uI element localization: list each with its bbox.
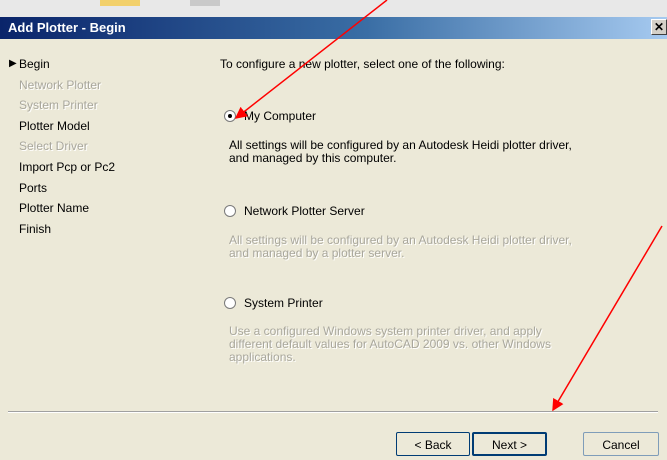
radio-system-printer[interactable]	[224, 297, 236, 309]
wizard-step-label: Plotter Model	[19, 119, 90, 133]
close-icon: ✕	[653, 20, 665, 34]
current-step-arrow-icon: ▶	[9, 58, 17, 69]
title-bar: Add Plotter - Begin ✕	[0, 17, 667, 39]
option-label[interactable]: My Computer	[244, 109, 316, 123]
back-button[interactable]: < Back	[396, 432, 470, 456]
radio-network-plotter-server[interactable]	[224, 205, 236, 217]
radio-my-computer[interactable]	[224, 110, 236, 122]
wizard-step-label: Select Driver	[19, 139, 88, 153]
wizard-step-label: Network Plotter	[19, 78, 102, 92]
add-plotter-dialog: ▶ Begin Network Plotter System Printer P…	[0, 39, 667, 460]
wizard-step-label: Import Pcp or Pc2	[19, 160, 116, 174]
option-label[interactable]: System Printer	[244, 296, 323, 310]
option-label[interactable]: Network Plotter Server	[244, 204, 365, 218]
background-app-strip	[0, 0, 667, 17]
cancel-button[interactable]: Cancel	[583, 432, 659, 456]
wizard-step-label: Plotter Name	[19, 201, 90, 215]
wizard-step-label: System Printer	[19, 98, 98, 112]
close-button[interactable]: ✕	[651, 19, 667, 35]
background-toolbar-fragment	[100, 0, 140, 6]
background-toolbar-fragment	[190, 0, 220, 6]
instruction-text: To configure a new plotter, select one o…	[220, 57, 505, 71]
option-description-my-computer: All settings will be configured by an Au…	[229, 138, 572, 165]
option-description-network-plotter: All settings will be configured by an Au…	[229, 233, 572, 260]
window-title: Add Plotter - Begin	[8, 20, 126, 35]
button-separator	[8, 411, 658, 413]
next-button[interactable]: Next >	[472, 432, 547, 456]
wizard-step-label: Begin	[19, 57, 50, 71]
option-description-system-printer: Use a configured Windows system printer …	[229, 324, 551, 364]
wizard-step-label: Finish	[19, 222, 52, 236]
wizard-step-label: Ports	[19, 181, 48, 195]
